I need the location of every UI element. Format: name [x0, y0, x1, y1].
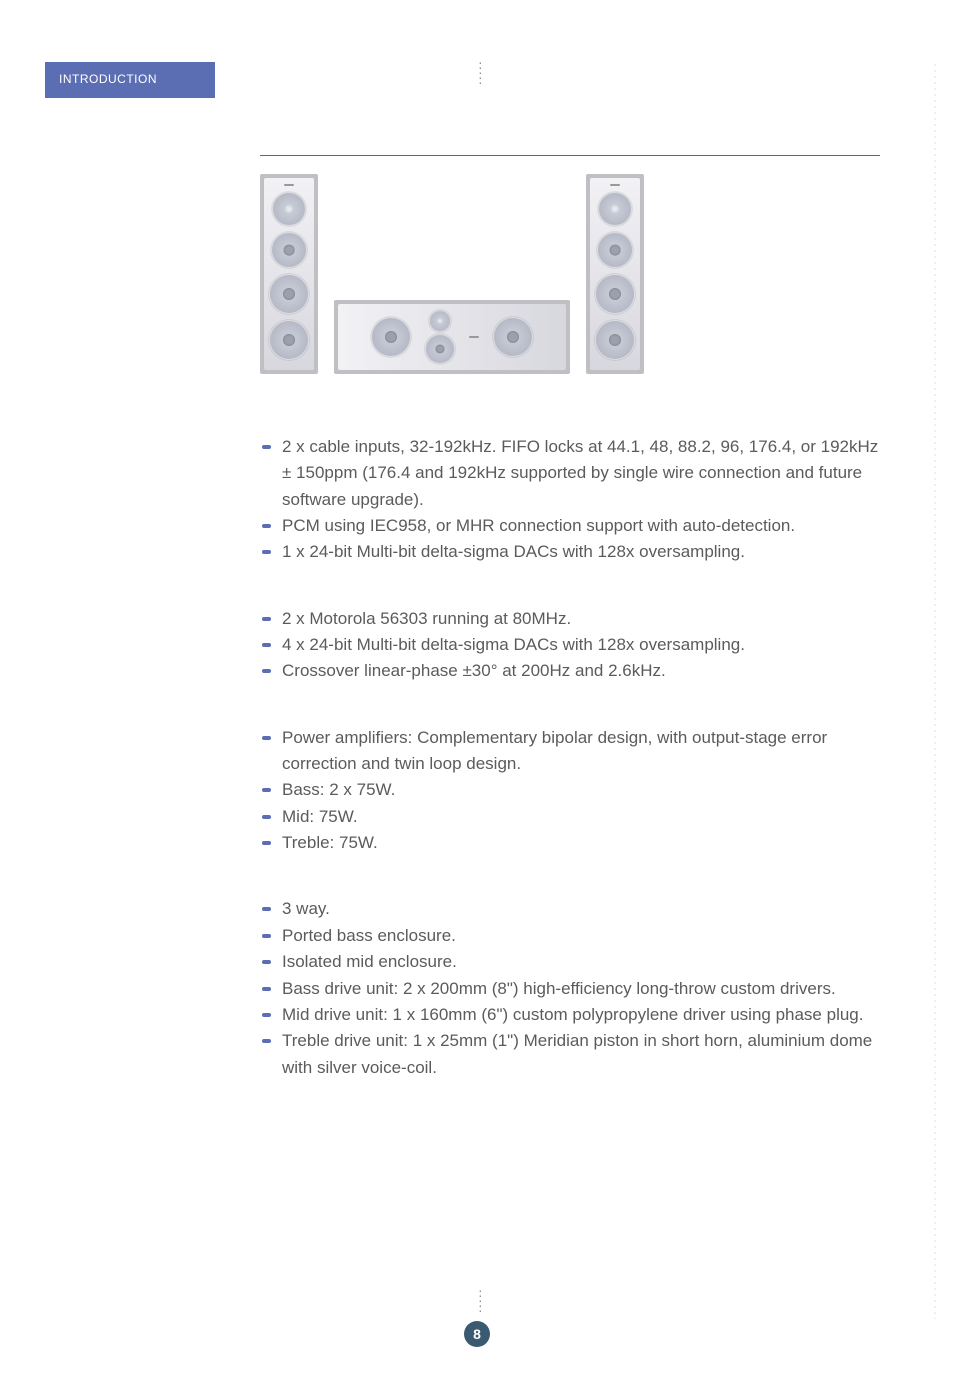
speaker-bass-icon [269, 320, 309, 360]
spec-item: 2 x cable inputs, 32-192kHz. FIFO locks … [260, 434, 880, 513]
spec-item: Power amplifiers: Complementary bipolar … [260, 725, 880, 778]
spec-list-dsp: 2 x Motorola 56303 running at 80MHz. 4 x… [260, 606, 880, 685]
section-divider [260, 155, 880, 156]
spec-item: Treble drive unit: 1 x 25mm (1") Meridia… [260, 1028, 880, 1081]
speaker-tweeter-icon [598, 192, 632, 226]
speaker-led-icon [469, 336, 479, 338]
sidebar-section-label: INTRODUCTION [45, 62, 215, 98]
spec-item: Crossover linear-phase ±30° at 200Hz and… [260, 658, 880, 684]
speaker-bass-icon [269, 274, 309, 314]
spec-item: 4 x 24-bit Multi-bit delta-sigma DACs wi… [260, 632, 880, 658]
speaker-mid-icon [271, 232, 307, 268]
speaker-bass-icon [493, 317, 533, 357]
spec-item: PCM using IEC958, or MHR connection supp… [260, 513, 880, 539]
spec-list-drivers: 3 way. Ported bass enclosure. Isolated m… [260, 896, 880, 1080]
spec-item: Ported bass enclosure. [260, 923, 880, 949]
speaker-led-icon [610, 184, 620, 186]
spec-item: Bass drive unit: 2 x 200mm (8") high-eff… [260, 976, 880, 1002]
spec-item: Treble: 75W. [260, 830, 880, 856]
speaker-horizontal-center [334, 300, 570, 374]
decorative-dots-right [934, 62, 936, 1319]
spec-item: 3 way. [260, 896, 880, 922]
spec-item: Mid: 75W. [260, 804, 880, 830]
speaker-mid-icon [597, 232, 633, 268]
decorative-dots-bottom: ····· [478, 1288, 483, 1313]
speaker-mid-icon [425, 334, 455, 364]
page-number-badge: 8 [464, 1321, 490, 1347]
speaker-bass-icon [595, 274, 635, 314]
speaker-vertical-left [260, 174, 318, 374]
page-content: 2 x cable inputs, 32-192kHz. FIFO locks … [260, 155, 880, 1121]
spec-item: 2 x Motorola 56303 running at 80MHz. [260, 606, 880, 632]
spec-item: Mid drive unit: 1 x 160mm (6") custom po… [260, 1002, 880, 1028]
speaker-vertical-right [586, 174, 644, 374]
spec-list-inputs: 2 x cable inputs, 32-192kHz. FIFO locks … [260, 434, 880, 566]
speaker-diagram [260, 174, 880, 374]
spec-list-amplifiers: Power amplifiers: Complementary bipolar … [260, 725, 880, 857]
spec-item: 1 x 24-bit Multi-bit delta-sigma DACs wi… [260, 539, 880, 565]
speaker-bass-icon [371, 317, 411, 357]
spec-item: Isolated mid enclosure. [260, 949, 880, 975]
speaker-tweeter-icon [272, 192, 306, 226]
speaker-bass-icon [595, 320, 635, 360]
speaker-led-icon [284, 184, 294, 186]
speaker-tweeter-icon [429, 310, 451, 332]
decorative-dots-top: ····· [478, 60, 483, 85]
spec-item: Bass: 2 x 75W. [260, 777, 880, 803]
